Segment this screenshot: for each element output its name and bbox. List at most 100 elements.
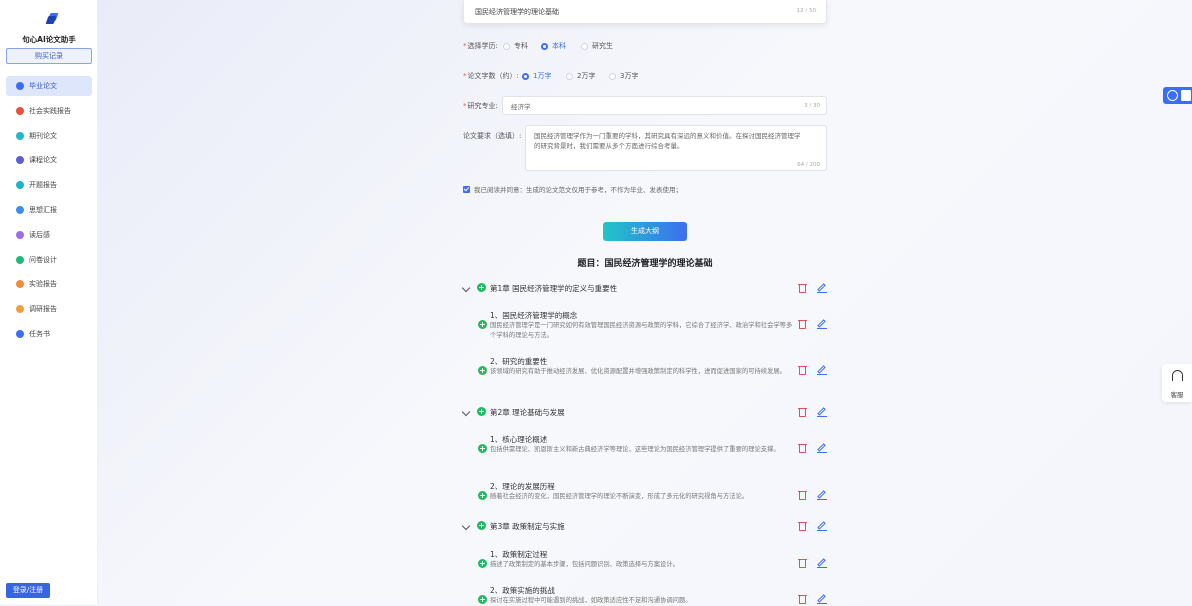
degree-option-bachelor[interactable]: 本科 — [541, 41, 566, 51]
section-desc: 探讨在实施过程中可能遇到的挑战，如政策适应性不足和沟通协调问题。 — [490, 597, 692, 604]
section-desc: 国民经济管理学是一门研究如何有效管理国民经济资源与政策的学科，它综合了经济学、政… — [490, 322, 793, 339]
float-tool-button[interactable] — [1163, 87, 1192, 104]
customer-service-button[interactable]: 客服 — [1162, 364, 1192, 402]
title-input-value: 国民经济管理学的理论基础 — [475, 8, 559, 16]
edit-icon[interactable] — [817, 407, 827, 417]
major-input-value: 经济学 — [511, 103, 531, 111]
delete-icon[interactable] — [798, 594, 807, 604]
title-input-count: 12 / 50 — [796, 8, 816, 14]
checkbox-checked-icon[interactable] — [463, 185, 470, 193]
edit-icon[interactable] — [817, 558, 827, 568]
reading-reflection-icon — [16, 230, 24, 239]
chevron-down-icon[interactable] — [461, 283, 471, 293]
sidebar-item-proposal-report[interactable]: 开题报告 — [6, 175, 92, 195]
add-icon[interactable]: + — [478, 444, 487, 453]
buy-records-button[interactable]: 购买记录 — [6, 48, 92, 64]
sidebar-item-label: 读后感 — [29, 230, 50, 239]
sidebar-item-research-report[interactable]: 调研报告 — [6, 299, 92, 319]
sidebar-item-experiment-report[interactable]: 实验报告 — [6, 274, 92, 294]
sidebar-item-questionnaire-design[interactable]: 问卷设计 — [6, 250, 92, 270]
sidebar-item-reading-reflection[interactable]: 读后感 — [6, 225, 92, 245]
chapter-title: 第3章 政策制定与实施 — [490, 522, 565, 531]
panel-icon — [1181, 90, 1191, 101]
edit-icon[interactable] — [817, 283, 827, 293]
title-input[interactable]: 国民经济管理学的理论基础 12 / 50 — [463, 0, 827, 24]
add-icon[interactable]: + — [477, 407, 486, 416]
edit-icon[interactable] — [817, 319, 827, 329]
edit-icon[interactable] — [817, 594, 827, 604]
section-title: 2、理论的发展历程 — [490, 482, 555, 491]
add-icon[interactable]: + — [478, 320, 487, 329]
sidebar-item-label: 课程论文 — [29, 156, 57, 165]
words-option-10k[interactable]: 1万字 — [522, 71, 551, 81]
task-book-icon — [16, 329, 24, 338]
add-icon[interactable]: + — [478, 491, 487, 500]
course-paper-icon — [16, 156, 24, 165]
chevron-down-icon[interactable] — [461, 407, 471, 417]
outline-title: 题目：国民经济管理学的理论基础 — [577, 259, 713, 269]
sidebar-item-graduation-thesis[interactable]: 毕业论文 — [6, 76, 92, 96]
chevron-down-icon[interactable] — [461, 521, 471, 531]
delete-icon[interactable] — [798, 490, 807, 500]
degree-option-junior[interactable]: 专科 — [503, 41, 528, 51]
sidebar-item-label: 任务书 — [29, 329, 50, 338]
sidebar-item-label: 实验报告 — [29, 280, 57, 289]
add-icon[interactable]: + — [478, 366, 487, 375]
requirements-textarea[interactable]: 国民经济管理学作为一门重要的学科，其研究具有深远的意义和价值。在探讨国民经济管理… — [525, 125, 827, 171]
main-area — [98, 0, 1192, 604]
sidebar-item-social-practice-report[interactable]: 社会实践报告 — [6, 101, 92, 121]
delete-icon[interactable] — [798, 319, 807, 329]
degree-label: *选择学历: — [463, 42, 498, 50]
cloud-icon — [1167, 90, 1178, 101]
words-label: *论文字数（约）: — [463, 72, 519, 80]
add-icon[interactable]: + — [477, 283, 486, 292]
section-desc: 随着社会经济的变化，国民经济管理学的理论不断演变，形成了多元化的研究视角与方法论… — [490, 493, 749, 500]
radio-icon — [503, 42, 510, 50]
requirements-label: 论文要求（选填）: — [463, 132, 522, 140]
section-desc: 该领域的研究有助于推动经济发展、优化资源配置并增强政策制定的科学性，进而促进国家… — [490, 368, 786, 375]
sidebar-item-label: 社会实践报告 — [29, 106, 71, 115]
delete-icon[interactable] — [798, 365, 807, 375]
headset-icon — [1171, 370, 1183, 381]
thought-report-icon — [16, 205, 24, 214]
sidebar-item-journal-paper[interactable]: 期刊论文 — [6, 126, 92, 146]
delete-icon[interactable] — [798, 521, 807, 531]
chapter-row: + 第1章 国民经济管理学的定义与重要性 — [461, 283, 827, 297]
agree-text: 我已阅读并同意：生成的论文范文仅用于参考，不作为毕业、发表使用； — [474, 186, 682, 194]
generate-outline-button[interactable]: 生成大纲 — [603, 222, 687, 241]
degree-option-graduate[interactable]: 研究生 — [581, 41, 613, 51]
edit-icon[interactable] — [817, 443, 827, 453]
login-button[interactable]: 登录/注册 — [6, 583, 50, 598]
add-icon[interactable]: + — [477, 521, 486, 530]
major-input[interactable]: 经济学 3 / 30 — [502, 96, 827, 115]
add-icon[interactable]: + — [478, 595, 487, 604]
words-option-20k[interactable]: 2万字 — [566, 71, 595, 81]
sidebar-item-thought-report[interactable]: 思想汇报 — [6, 200, 92, 220]
radio-icon — [609, 72, 616, 80]
add-icon[interactable]: + — [478, 559, 487, 568]
edit-icon[interactable] — [817, 365, 827, 375]
section-title: 1、政策制定过程 — [490, 550, 548, 559]
sidebar-item-label: 毕业论文 — [29, 82, 57, 90]
major-label: *研究专业: — [463, 102, 498, 110]
radio-selected-icon — [541, 42, 548, 50]
agree-checkbox-row[interactable]: 我已阅读并同意：生成的论文范文仅用于参考，不作为毕业、发表使用； — [463, 184, 682, 194]
words-option-30k[interactable]: 3万字 — [609, 71, 638, 81]
experiment-report-icon — [16, 280, 24, 289]
chapter-title: 第2章 理论基础与发展 — [490, 408, 565, 417]
delete-icon[interactable] — [798, 283, 807, 293]
sidebar-item-course-paper[interactable]: 课程论文 — [6, 150, 92, 170]
chapter-row: + 第2章 理论基础与发展 — [461, 407, 827, 421]
major-input-count: 3 / 30 — [804, 103, 820, 109]
delete-icon[interactable] — [798, 407, 807, 417]
delete-icon[interactable] — [798, 443, 807, 453]
sidebar-item-task-book[interactable]: 任务书 — [6, 324, 92, 344]
social-practice-report-icon — [16, 106, 24, 115]
chapter-title: 第1章 国民经济管理学的定义与重要性 — [490, 284, 618, 293]
edit-icon[interactable] — [817, 490, 827, 500]
service-label: 客服 — [1170, 391, 1184, 399]
graduation-thesis-icon — [16, 82, 24, 90]
section-title: 2、政策实施的挑战 — [490, 586, 555, 595]
delete-icon[interactable] — [798, 558, 807, 568]
edit-icon[interactable] — [817, 521, 827, 531]
